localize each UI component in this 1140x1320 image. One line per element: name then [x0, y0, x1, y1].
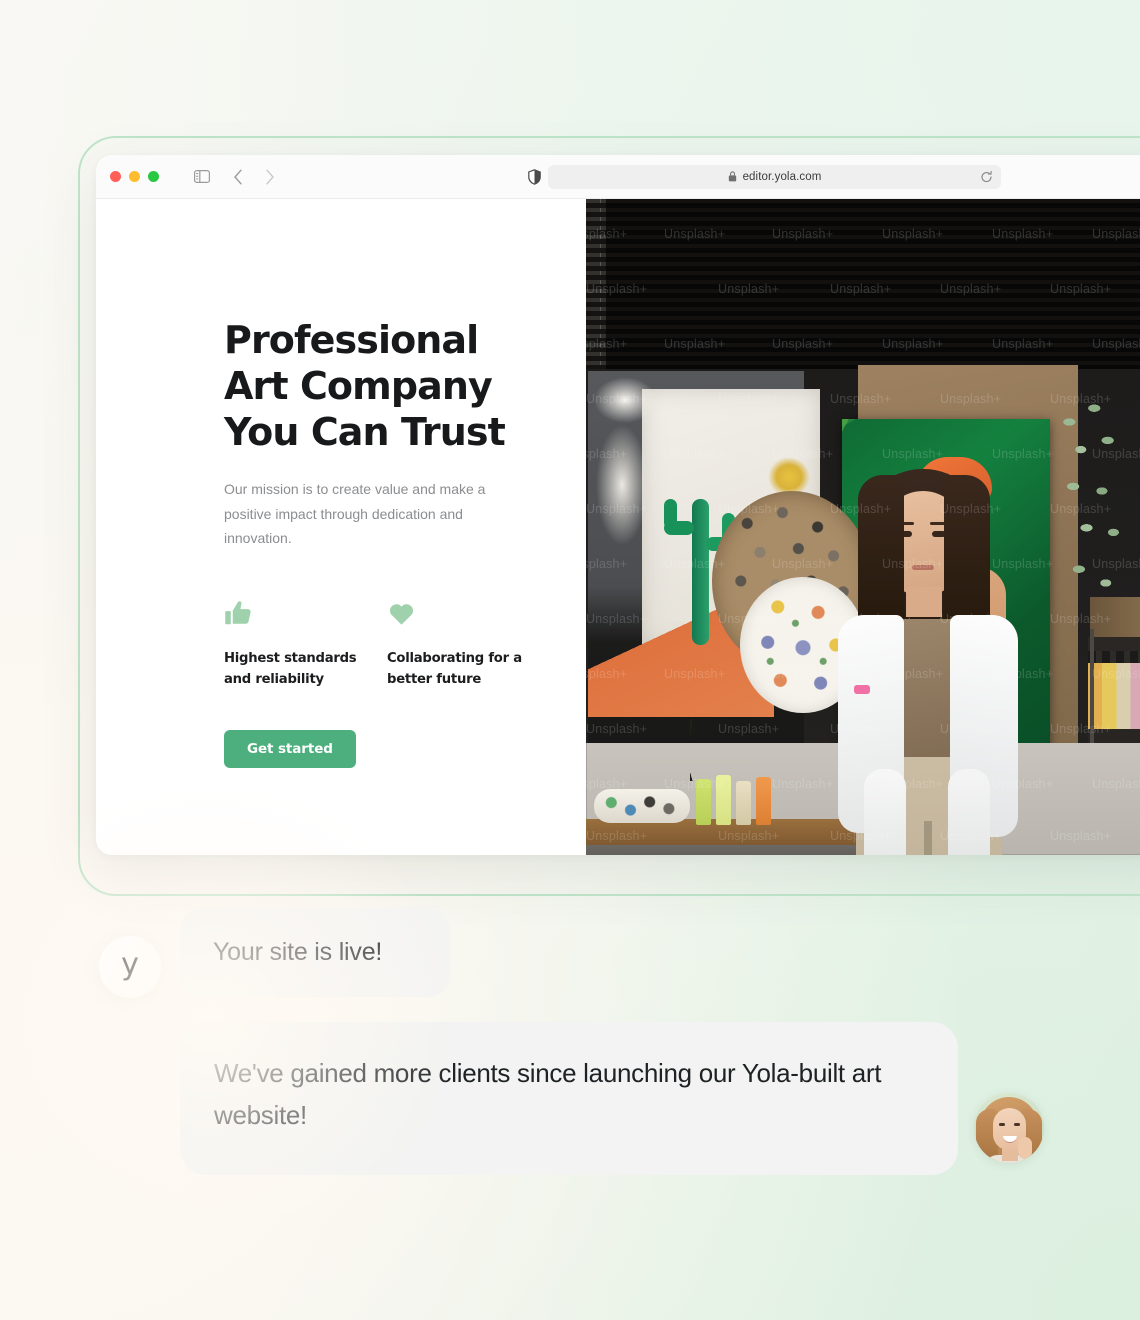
hero-text-column: Professional Art Company You Can Trust O…: [96, 199, 586, 855]
painted-cactus: [664, 499, 677, 529]
chat-message-text: Your site is live!: [213, 938, 383, 966]
paint-bottle: [696, 779, 711, 825]
page-viewport: Professional Art Company You Can Trust O…: [96, 199, 1140, 855]
page-background: editor.yola.com Professional Art Company…: [0, 0, 1140, 1320]
feature-label: Collaborating for a better future: [387, 650, 522, 688]
feature-label: Highest standards and reliability: [224, 650, 357, 688]
window-blinds: [586, 199, 1140, 377]
lock-icon: [728, 171, 737, 182]
artist-sleeve: [864, 769, 906, 855]
address-bar-url: editor.yola.com: [742, 170, 822, 183]
reload-icon[interactable]: [980, 170, 993, 183]
minimize-window-button[interactable]: [129, 171, 140, 182]
paint-bottle: [736, 781, 751, 825]
paint-bottle-caps: [1088, 651, 1140, 663]
chevron-right-icon[interactable]: [257, 164, 283, 190]
avatar-eye: [999, 1123, 1005, 1126]
paint-bottles-on-table: [696, 767, 786, 825]
seated-artist: [808, 469, 1038, 855]
avatar-eye: [1014, 1123, 1020, 1126]
window-traffic-lights[interactable]: [110, 171, 159, 182]
paint-palette-colors: [594, 789, 690, 823]
feature-list: Highest standards and reliability Collab…: [224, 596, 586, 691]
impasto-texture: [596, 425, 648, 545]
thumbs-up-icon: [224, 596, 387, 628]
paint-bottle: [756, 777, 771, 825]
close-window-button[interactable]: [110, 171, 121, 182]
get-started-button[interactable]: Get started: [224, 730, 356, 769]
shirt-pink-paint-mark: [854, 685, 870, 694]
chevron-left-icon[interactable]: [225, 164, 251, 190]
blinds-left-edge: [586, 199, 606, 377]
feature-item-collaboration: Collaborating for a better future: [387, 596, 550, 691]
browser-window: editor.yola.com Professional Art Company…: [96, 155, 1140, 855]
yola-brand-avatar: y: [99, 936, 161, 998]
impasto-texture: [594, 377, 656, 423]
chat-message-text: We've gained more clients since launchin…: [214, 1058, 882, 1131]
sidebar-toggle-icon[interactable]: [189, 164, 215, 190]
navigation-buttons[interactable]: [225, 164, 283, 190]
hero-subheading: Our mission is to create value and make …: [224, 481, 486, 546]
feature-item-standards: Highest standards and reliability: [224, 596, 387, 691]
heart-icon: [387, 596, 550, 628]
privacy-shield-icon[interactable]: [521, 164, 547, 190]
chat-bubble-yola: Your site is live!: [180, 908, 450, 997]
browser-toolbar: editor.yola.com: [96, 155, 1140, 199]
chat-bubble-client: We've gained more clients since launchin…: [180, 1022, 958, 1175]
avatar-hand: [1018, 1137, 1032, 1159]
yola-logo-icon: y: [121, 947, 139, 982]
paint-bottle: [716, 775, 731, 825]
page-title: Professional Art Company You Can Trust: [224, 318, 506, 455]
address-bar[interactable]: editor.yola.com: [548, 164, 1001, 189]
hero-photo: Unsplash+ Unsplash+ Unsplash+ Unsplash+ …: [586, 199, 1140, 855]
artist-trousers-fold: [924, 821, 932, 855]
client-avatar: [974, 1093, 1044, 1163]
paint-bottles-row: [1088, 659, 1140, 729]
eucalyptus-sprig: [1052, 399, 1140, 629]
painted-cactus: [692, 499, 709, 645]
artist-mouth: [912, 565, 934, 570]
blinds-cord: [600, 199, 601, 377]
artist-sleeve: [948, 769, 990, 855]
zoom-window-button[interactable]: [148, 171, 159, 182]
